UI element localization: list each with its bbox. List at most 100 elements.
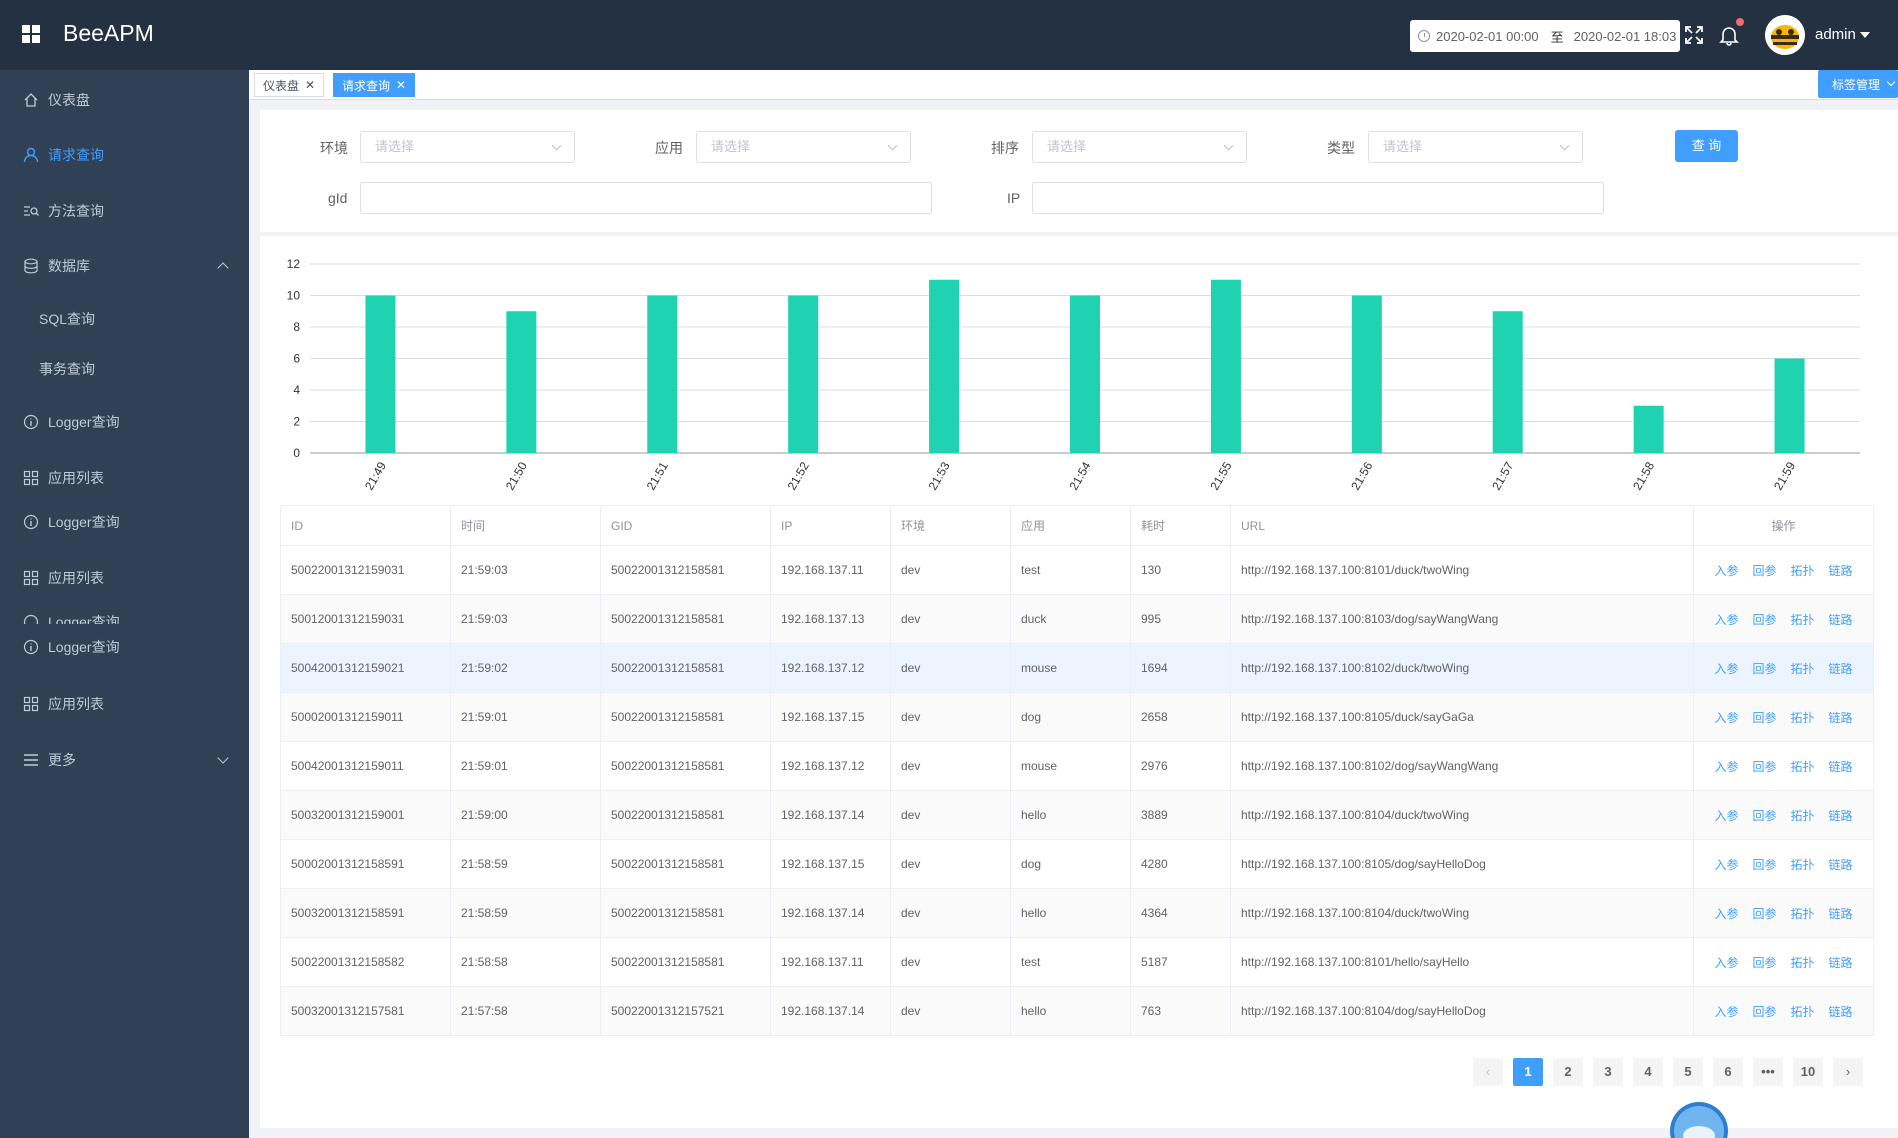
chart-bar[interactable]: [1492, 311, 1523, 453]
output-params-link[interactable]: 回参: [1752, 613, 1776, 627]
table-row[interactable]: 50022001312159031 21:59:03 500220013121585…: [280, 545, 1874, 595]
tag-request-query[interactable]: 请求查询 ✕: [333, 73, 416, 97]
output-params-link[interactable]: 回参: [1752, 760, 1776, 774]
chart-bar[interactable]: [1070, 295, 1100, 454]
sidebar-item-logger-query[interactable]: Logger查询: [0, 402, 249, 442]
gid-input[interactable]: [360, 182, 932, 214]
chart-bar[interactable]: [929, 279, 960, 453]
topology-link[interactable]: 拓扑: [1791, 711, 1815, 725]
close-icon[interactable]: ✕: [305, 78, 315, 92]
output-params-link[interactable]: 回参: [1752, 662, 1776, 676]
topology-link[interactable]: 拓扑: [1791, 760, 1815, 774]
tag-dashboard[interactable]: 仪表盘 ✕: [254, 73, 325, 97]
sidebar-item-logger-query[interactable]: Logger查询: [0, 602, 249, 624]
output-params-link[interactable]: 回参: [1752, 907, 1776, 921]
trace-link[interactable]: 链路: [1829, 564, 1853, 578]
sidebar-item-more[interactable]: 更多: [0, 740, 249, 780]
date-start[interactable]: 2020-02-01 00:00: [1436, 29, 1539, 44]
bell-icon[interactable]: [1718, 24, 1740, 46]
trace-link[interactable]: 链路: [1829, 858, 1853, 872]
page-button[interactable]: 3: [1593, 1058, 1623, 1086]
input-params-link[interactable]: 入参: [1714, 662, 1738, 676]
ip-input[interactable]: [1032, 182, 1604, 214]
chart-bar[interactable]: [1351, 295, 1382, 454]
chart-bar[interactable]: [1633, 405, 1664, 453]
sidebar-item-logger-query[interactable]: Logger查询: [0, 627, 249, 667]
chart-bar[interactable]: [1210, 279, 1241, 453]
table-row[interactable]: 50002001312158591 21:58:59 500220013121585…: [280, 839, 1874, 889]
topology-link[interactable]: 拓扑: [1791, 1005, 1815, 1019]
input-params-link[interactable]: 入参: [1714, 564, 1738, 578]
tag-manage-button[interactable]: 标签管理: [1818, 70, 1898, 98]
trace-link[interactable]: 链路: [1829, 662, 1853, 676]
chart-bar[interactable]: [1774, 358, 1805, 454]
env-select[interactable]: 请选择: [360, 131, 575, 163]
topology-link[interactable]: 拓扑: [1791, 858, 1815, 872]
page-button[interactable]: 2: [1553, 1058, 1583, 1086]
sidebar-item-database[interactable]: 数据库: [0, 246, 249, 286]
trace-link[interactable]: 链路: [1829, 907, 1853, 921]
date-range-picker[interactable]: 2020-02-01 00:00 至 2020-02-01 18:03: [1410, 20, 1680, 52]
caret-down-icon[interactable]: [1860, 32, 1870, 38]
trace-link[interactable]: 链路: [1829, 809, 1853, 823]
table-row[interactable]: 50022001312158582 21:58:58 500220013121585…: [280, 937, 1874, 987]
chart-bar[interactable]: [365, 295, 396, 454]
avatar[interactable]: [1765, 15, 1805, 55]
input-params-link[interactable]: 入参: [1714, 907, 1738, 921]
output-params-link[interactable]: 回参: [1752, 1005, 1776, 1019]
prev-page-button[interactable]: ‹: [1473, 1058, 1503, 1086]
table-row[interactable]: 50002001312159011 21:59:01 500220013121585…: [280, 692, 1874, 742]
sidebar-item-dashboard[interactable]: 仪表盘: [0, 80, 249, 120]
type-select[interactable]: 请选择: [1368, 131, 1583, 163]
sidebar-item-logger-query[interactable]: Logger查询: [0, 502, 249, 542]
output-params-link[interactable]: 回参: [1752, 564, 1776, 578]
sidebar-item-app-list[interactable]: 应用列表: [0, 458, 249, 498]
table-row[interactable]: 50032001312159001 21:59:00 500220013121585…: [280, 790, 1874, 840]
input-params-link[interactable]: 入参: [1714, 809, 1738, 823]
input-params-link[interactable]: 入参: [1714, 858, 1738, 872]
page-button[interactable]: 6: [1713, 1058, 1743, 1086]
input-params-link[interactable]: 入参: [1714, 760, 1738, 774]
output-params-link[interactable]: 回参: [1752, 711, 1776, 725]
user-name[interactable]: admin: [1815, 26, 1856, 43]
topology-link[interactable]: 拓扑: [1791, 956, 1815, 970]
output-params-link[interactable]: 回参: [1752, 858, 1776, 872]
page-button[interactable]: 4: [1633, 1058, 1663, 1086]
sidebar-item-request-query[interactable]: 请求查询: [0, 135, 249, 175]
chart-bar[interactable]: [647, 295, 678, 454]
sidebar-item-method-query[interactable]: 方法查询: [0, 191, 249, 231]
sort-select[interactable]: 请选择: [1032, 131, 1247, 163]
trace-link[interactable]: 链路: [1829, 613, 1853, 627]
sidebar-item-sql-query[interactable]: SQL查询: [0, 299, 249, 339]
sidebar-item-transaction-query[interactable]: 事务查询: [0, 349, 249, 389]
trace-link[interactable]: 链路: [1829, 956, 1853, 970]
page-button[interactable]: 5: [1673, 1058, 1703, 1086]
table-row[interactable]: 50012001312159031 21:59:03 500220013121585…: [280, 594, 1874, 644]
page-button[interactable]: 1: [1513, 1058, 1543, 1086]
input-params-link[interactable]: 入参: [1714, 613, 1738, 627]
input-params-link[interactable]: 入参: [1714, 711, 1738, 725]
page-button[interactable]: 10: [1793, 1058, 1823, 1086]
app-grid-icon[interactable]: [22, 25, 40, 43]
topology-link[interactable]: 拓扑: [1791, 662, 1815, 676]
table-row[interactable]: 50042001312159011 21:59:01 500220013121585…: [280, 741, 1874, 791]
output-params-link[interactable]: 回参: [1752, 956, 1776, 970]
output-params-link[interactable]: 回参: [1752, 809, 1776, 823]
fullscreen-icon[interactable]: [1685, 26, 1703, 44]
trace-link[interactable]: 链路: [1829, 760, 1853, 774]
more-pages-button[interactable]: •••: [1753, 1058, 1783, 1086]
sidebar-item-app-list[interactable]: 应用列表: [0, 684, 249, 724]
sidebar-item-app-list[interactable]: 应用列表: [0, 558, 249, 598]
date-end[interactable]: 2020-02-01 18:03: [1574, 29, 1677, 44]
search-button[interactable]: 查 询: [1675, 130, 1738, 162]
input-params-link[interactable]: 入参: [1714, 1005, 1738, 1019]
topology-link[interactable]: 拓扑: [1791, 907, 1815, 921]
table-row[interactable]: 50032001312157581 21:57:58 500220013121575…: [280, 986, 1874, 1036]
close-icon[interactable]: ✕: [396, 78, 406, 92]
table-row[interactable]: 50032001312158591 21:58:59 500220013121585…: [280, 888, 1874, 938]
topology-link[interactable]: 拓扑: [1791, 809, 1815, 823]
trace-link[interactable]: 链路: [1829, 711, 1853, 725]
app-select[interactable]: 请选择: [696, 131, 911, 163]
topology-link[interactable]: 拓扑: [1791, 613, 1815, 627]
input-params-link[interactable]: 入参: [1714, 956, 1738, 970]
